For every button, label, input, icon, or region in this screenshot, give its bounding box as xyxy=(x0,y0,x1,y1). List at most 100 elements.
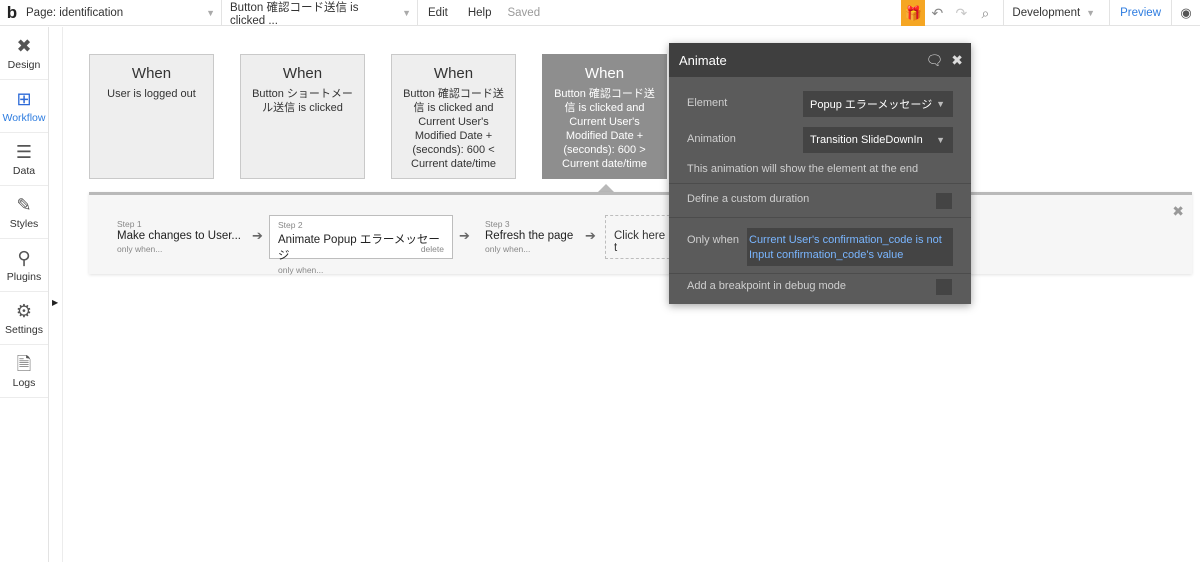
add-step-label: Click here t xyxy=(614,230,666,254)
chevron-down-icon: ▼ xyxy=(206,7,215,18)
styles-icon: ✎ xyxy=(16,194,32,215)
step-number: Step 3 xyxy=(485,219,510,229)
only-when-condition[interactable]: Current User's confirmation_code is not … xyxy=(747,228,953,266)
event-card-confirm-less[interactable]: When Button 確認コード送信 is clicked and Curre… xyxy=(391,54,516,179)
top-bar: b Page: identification ▼ Button 確認コード送信 … xyxy=(0,0,1200,27)
step-number: Step 2 xyxy=(278,220,303,230)
help-menu[interactable]: Help xyxy=(458,7,502,19)
arrow-right-icon: ➔ xyxy=(459,228,470,243)
sidebar-item-workflow[interactable]: ⊞ Workflow xyxy=(0,80,48,133)
divider xyxy=(669,217,971,218)
sidebar-item-label: Data xyxy=(12,164,36,177)
gift-icon[interactable]: 🎁 xyxy=(901,0,926,26)
animation-note: This animation will show the element at … xyxy=(687,163,919,175)
sidebar-item-styles[interactable]: ✎ Styles xyxy=(0,186,48,239)
breakpoint-checkbox[interactable] xyxy=(936,279,952,295)
sidebar-item-label: Styles xyxy=(9,217,39,230)
arrow-right-icon: ➔ xyxy=(585,228,596,243)
custom-duration-checkbox[interactable] xyxy=(936,193,952,209)
redo-icon[interactable]: ↷ xyxy=(949,5,973,22)
save-status: Saved xyxy=(507,6,541,19)
close-icon[interactable]: ✖ xyxy=(951,52,963,69)
chevron-down-icon: ▼ xyxy=(1086,8,1096,18)
event-when-label: When xyxy=(584,65,625,82)
page-selector-label: Page: identification xyxy=(26,6,124,19)
event-when-label: When xyxy=(433,65,474,82)
plugins-icon: ⚲ xyxy=(17,247,31,268)
workflow-step-3[interactable]: Step 3 Refresh the page only when... xyxy=(477,215,587,259)
event-description: User is logged out xyxy=(107,88,196,100)
caret-right-icon[interactable]: ▶ xyxy=(52,298,58,307)
user-account-icon[interactable]: ◉ xyxy=(1172,5,1200,21)
sidebar-item-data[interactable]: ☰ Data xyxy=(0,133,48,186)
sidebar-item-label: Logs xyxy=(12,376,36,389)
animation-label: Animation xyxy=(687,133,736,145)
environment-selector[interactable]: Development ▼ xyxy=(1003,0,1111,26)
element-dropdown[interactable]: Popup エラーメッセージ ▼ xyxy=(803,91,953,117)
event-card-confirm-greater[interactable]: When Button 確認コード送信 is clicked and Curre… xyxy=(542,54,667,179)
divider xyxy=(62,27,63,562)
event-when-label: When xyxy=(131,65,172,82)
logs-icon: 🗎 xyxy=(16,353,32,374)
step-number: Step 1 xyxy=(117,219,142,229)
divider xyxy=(669,183,971,184)
sidebar-item-settings[interactable]: ⚙ Settings xyxy=(0,292,48,345)
arrow-right-icon: ➔ xyxy=(252,228,263,243)
event-description: Button ショートメール送信 is clicked xyxy=(252,88,353,114)
dialog-header: Animate 🗨 ✖ xyxy=(669,43,971,77)
sidebar-item-design[interactable]: ✖ Design xyxy=(0,27,48,80)
top-right-controls: 🎁 ↶ ↷ ⌕ Development ▼ Preview ◉ xyxy=(901,0,1200,26)
sidebar-item-label: Design xyxy=(7,58,41,71)
preview-button[interactable]: Preview xyxy=(1110,0,1172,26)
sidebar-item-label: Workflow xyxy=(2,111,46,124)
workflow-steps-panel: ✖ Step 1 Make changes to User... only wh… xyxy=(89,192,1192,275)
element-selector[interactable]: Button 確認コード送信 is clicked ... ▼ xyxy=(222,0,418,27)
event-card-logged-out[interactable]: When User is logged out xyxy=(89,54,214,179)
event-description: Button 確認コード送信 is clicked and Current Us… xyxy=(403,88,504,170)
search-icon[interactable]: ⌕ xyxy=(973,5,997,22)
design-icon: ✖ xyxy=(16,35,32,56)
delete-step-link[interactable]: delete xyxy=(421,244,444,254)
step-title: Refresh the page xyxy=(485,230,574,242)
step-condition-link[interactable]: only when... xyxy=(117,244,251,254)
sidebar-item-label: Plugins xyxy=(6,270,42,283)
event-when-label: When xyxy=(282,65,323,82)
sidebar-item-plugins[interactable]: ⚲ Plugins xyxy=(0,239,48,292)
sidebar: ✖ Design ⊞ Workflow ☰ Data ✎ Styles ⚲ Pl… xyxy=(0,27,49,562)
sidebar-item-label: Settings xyxy=(5,323,43,336)
divider xyxy=(669,273,971,274)
sidebar-item-logs[interactable]: 🗎 Logs xyxy=(0,345,48,398)
data-icon: ☰ xyxy=(15,141,33,162)
chevron-down-icon: ▼ xyxy=(936,99,945,109)
settings-icon: ⚙ xyxy=(15,300,33,321)
workflow-step-2[interactable]: Step 2 Animate Popup エラーメッセージ only when.… xyxy=(269,215,453,275)
selected-event-pointer xyxy=(598,184,614,192)
breakpoint-label: Add a breakpoint in debug mode xyxy=(687,280,847,292)
comment-icon[interactable]: 🗨 xyxy=(925,52,943,69)
chevron-down-icon: ▼ xyxy=(936,135,945,145)
page-selector[interactable]: Page: identification ▼ xyxy=(22,0,222,26)
dialog-title: Animate xyxy=(679,52,727,68)
element-selector-label: Button 確認コード送信 is clicked ... xyxy=(230,1,359,27)
custom-duration-label: Define a custom duration xyxy=(687,193,810,205)
event-description: Button 確認コード送信 is clicked and Current Us… xyxy=(554,88,655,170)
step-condition-link[interactable]: only when... xyxy=(485,244,579,254)
edit-menu[interactable]: Edit xyxy=(418,7,458,19)
step-title: Make changes to User... xyxy=(117,230,242,242)
only-when-label: Only when xyxy=(687,234,739,246)
bubble-logo[interactable]: b xyxy=(2,3,22,23)
add-step-button[interactable]: Click here t xyxy=(605,215,675,259)
animation-dropdown[interactable]: Transition SlideDownIn ▼ xyxy=(803,127,953,153)
element-label: Element xyxy=(687,97,728,109)
workflow-step-1[interactable]: Step 1 Make changes to User... only when… xyxy=(109,215,259,259)
animate-action-dialog: Animate 🗨 ✖ Element Popup エラーメッセージ ▼ Ani… xyxy=(669,43,971,304)
workflow-icon: ⊞ xyxy=(16,88,32,109)
chevron-down-icon: ▼ xyxy=(402,7,411,18)
step-condition-link[interactable]: only when... xyxy=(278,265,444,275)
event-card-sms-button[interactable]: When Button ショートメール送信 is clicked xyxy=(240,54,365,179)
step-title: Animate Popup エラーメッセージ xyxy=(278,234,440,262)
undo-icon[interactable]: ↶ xyxy=(925,5,949,22)
animation-dropdown-value: Transition SlideDownIn xyxy=(810,134,923,146)
close-icon[interactable]: ✖ xyxy=(1172,203,1184,220)
element-dropdown-value: Popup エラーメッセージ xyxy=(810,99,933,111)
